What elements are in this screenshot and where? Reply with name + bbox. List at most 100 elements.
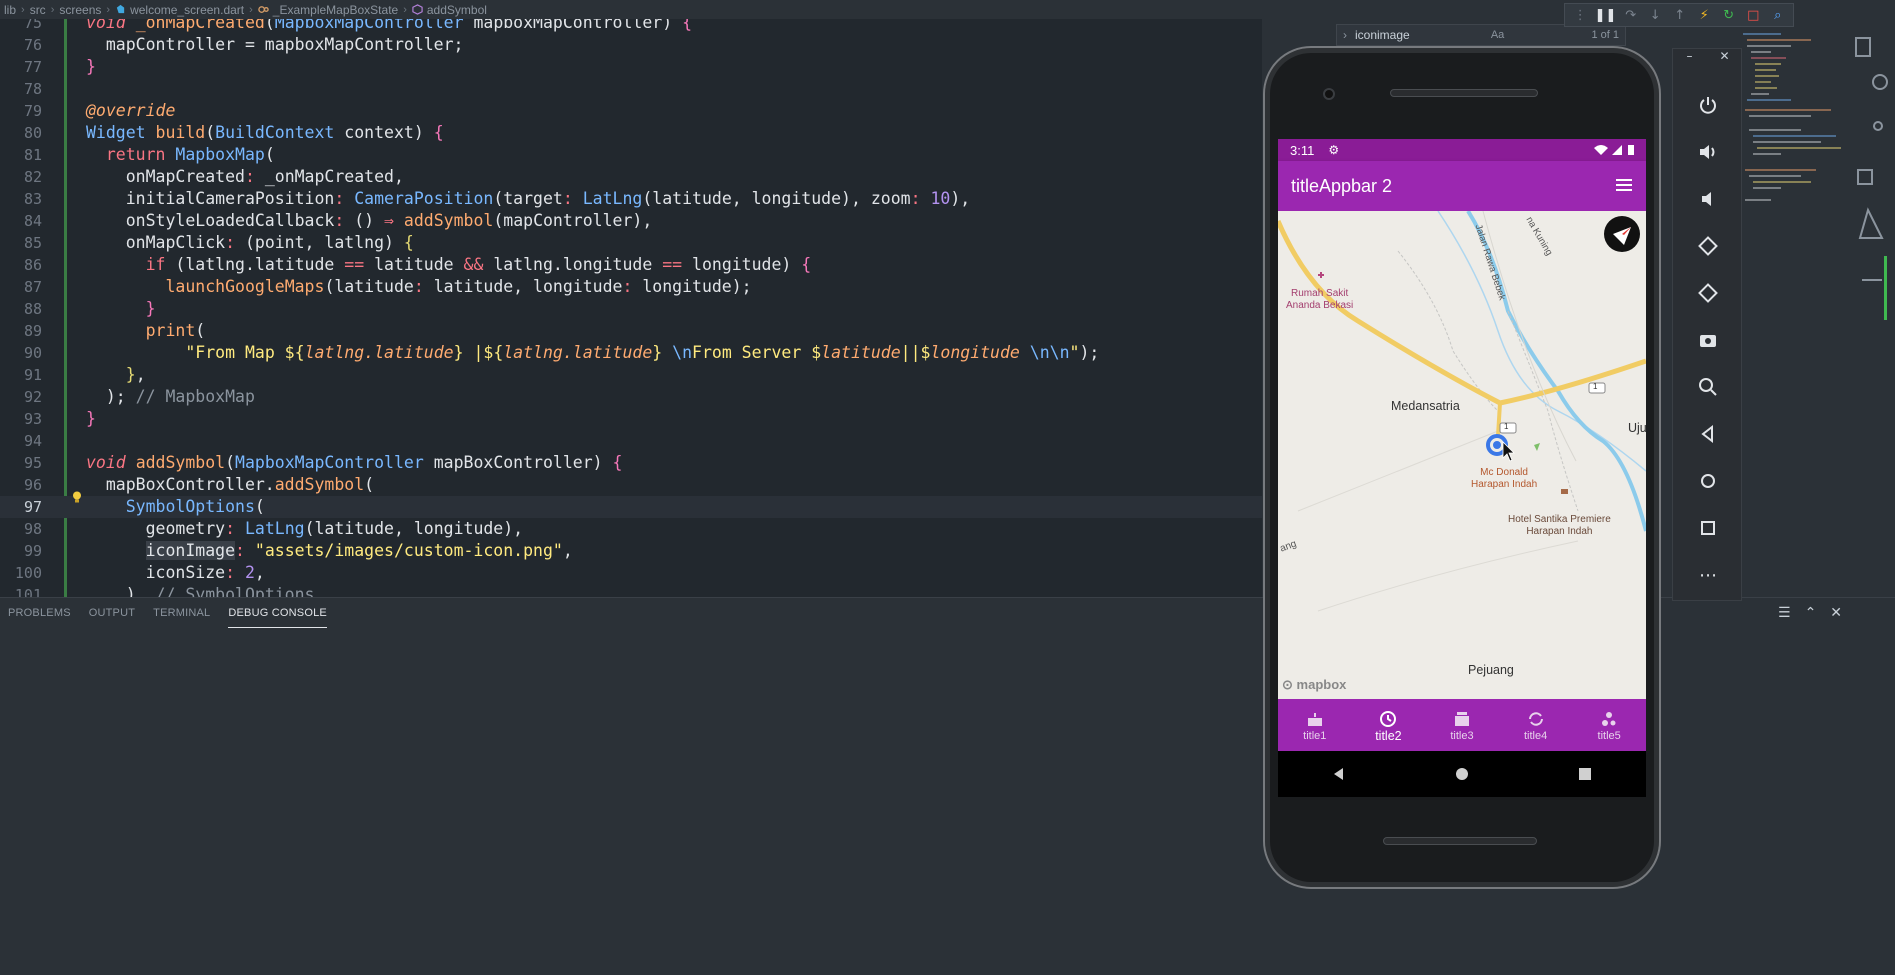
minimize-icon[interactable]: – (1686, 49, 1692, 71)
menu-icon[interactable] (1616, 178, 1632, 192)
map-canvas (1278, 211, 1646, 699)
code-line: ), // SymbolOptions (86, 585, 315, 597)
tab-label: title5 (1597, 729, 1621, 742)
chevron-right-icon: › (403, 3, 407, 16)
find-input[interactable]: iconimage (1355, 28, 1410, 42)
tab-label: title2 (1375, 728, 1402, 743)
code-line: onMapClick: (point, latlng) { (86, 233, 414, 252)
tab-problems[interactable]: PROBLEMS (8, 598, 71, 628)
tab-title5[interactable]: title5 (1572, 699, 1646, 751)
tab-debug-console[interactable]: DEBUG CONSOLE (228, 598, 327, 628)
line-number: 94 (23, 432, 42, 450)
inspect-icon[interactable]: ⌕ (1769, 6, 1788, 24)
status-icons (1594, 145, 1634, 155)
line-number: 88 (23, 300, 42, 318)
rotate-right-button[interactable] (1673, 274, 1743, 312)
code-line: Widget build(BuildContext context) { (86, 123, 444, 142)
panel-tabs: PROBLEMS OUTPUT TERMINAL DEBUG CONSOLE (0, 598, 337, 628)
overview-button[interactable] (1673, 509, 1743, 547)
lightbulb-icon[interactable] (70, 490, 84, 504)
code-line: onStyleLoadedCallback: () ⇒ addSymbol(ma… (86, 211, 653, 230)
back-button[interactable] (1673, 415, 1743, 453)
chevron-right-icon[interactable]: › (1343, 28, 1347, 42)
line-number: 92 (23, 388, 42, 406)
find-widget[interactable]: › iconimage Aa 1 of 1 (1336, 24, 1626, 46)
home-icon[interactable] (1454, 766, 1470, 782)
code-line: if (latlng.latitude == latitude && latln… (145, 255, 812, 274)
stop-icon[interactable]: □ (1744, 6, 1763, 24)
wifi-icon (1594, 145, 1608, 155)
code-line: print( (145, 321, 206, 340)
line-number: 90 (23, 344, 42, 362)
line-number: 87 (23, 278, 42, 296)
tab-title3[interactable]: title3 (1425, 699, 1499, 751)
route-shield-label: 1 (1593, 382, 1598, 391)
close-panel-icon[interactable]: ✕ (1830, 605, 1842, 621)
hot-reload-icon[interactable]: ⚡ (1695, 6, 1714, 24)
step-over-icon[interactable]: ↷ (1622, 6, 1641, 24)
code-line: void addSymbol(MapboxMapController mapBo… (86, 453, 623, 472)
code-line: } (86, 57, 96, 76)
sync-icon (1528, 711, 1543, 726)
zoom-button[interactable] (1673, 368, 1743, 406)
breadcrumb-item[interactable]: welcome_screen.dart (130, 3, 244, 17)
mapbox-logo[interactable]: ⊙ mapbox (1282, 677, 1346, 693)
more-icon[interactable]: ⋯ (1673, 556, 1743, 594)
tab-title2[interactable]: title2 (1352, 699, 1426, 751)
drag-handle-icon[interactable]: ⋮ (1571, 6, 1590, 24)
code-line: iconSize: 2, (86, 563, 265, 582)
status-time: 3:11 (1290, 142, 1315, 158)
line-number: 78 (23, 80, 42, 98)
volume-up-icon (1700, 145, 1715, 159)
recents-icon[interactable] (1577, 766, 1593, 782)
line-number: 100 (14, 564, 42, 582)
code-line: } (145, 299, 156, 318)
breadcrumb-item[interactable]: screens (59, 3, 101, 17)
code-line: return MapboxMap( (105, 145, 275, 164)
step-out-icon[interactable]: ↑ (1671, 6, 1690, 24)
clear-console-icon[interactable]: ☰ (1778, 605, 1791, 621)
code-line: @override (86, 101, 176, 120)
pause-icon[interactable]: ❚❚ (1595, 6, 1617, 24)
compass-icon[interactable] (1603, 215, 1641, 253)
tab-title4[interactable]: title4 (1499, 699, 1573, 751)
close-icon[interactable]: ✕ (1719, 49, 1729, 71)
line-number: 85 (23, 234, 42, 252)
breadcrumb-item[interactable]: addSymbol (427, 3, 487, 17)
restart-icon[interactable]: ↻ (1720, 6, 1739, 24)
tab-output[interactable]: OUTPUT (89, 598, 135, 628)
tab-title1[interactable]: title1 (1278, 699, 1352, 751)
rotate-left-button[interactable] (1673, 227, 1743, 265)
bottom-navigation: title1 title2 title3 title4 title5 (1278, 699, 1646, 751)
match-case-toggle[interactable]: Aa (1491, 29, 1504, 41)
chevron-right-icon: › (21, 3, 25, 16)
line-number: 86 (23, 256, 42, 274)
line-number: 76 (23, 36, 42, 54)
phone-screen[interactable]: 3:11 ⚙ titleAppbar 2 Rumah Sakit Ananda … (1278, 139, 1646, 751)
breadcrumb-item[interactable]: _ExampleMapBoxState (273, 3, 398, 17)
breadcrumb-item[interactable]: lib (4, 3, 16, 17)
step-into-icon[interactable]: ↓ (1646, 6, 1665, 24)
code-editor[interactable]: 75 void _onMapCreated(MapboxMapController… (0, 12, 1262, 597)
power-icon (1700, 97, 1716, 114)
breadcrumb-item[interactable]: src (30, 3, 46, 17)
volume-down-button[interactable] (1673, 180, 1743, 218)
line-number: 79 (23, 102, 42, 120)
map-view[interactable]: Rumah Sakit Ananda Bekasi Medansatria Mc… (1278, 211, 1646, 699)
screenshot-button[interactable] (1673, 321, 1743, 359)
minimap[interactable] (1741, 30, 1851, 270)
map-label-hotel: Hotel Santika Premiere Harapan Indah (1508, 514, 1611, 537)
line-number: 98 (23, 520, 42, 538)
maximize-panel-icon[interactable]: ⌃ (1805, 605, 1817, 621)
emulator-window-controls: – ✕ (1673, 49, 1743, 71)
code-line: } (86, 409, 96, 428)
code-line: ); // MapboxMap (86, 387, 255, 406)
code-line: launchGoogleMaps(latitude: latitude, lon… (165, 277, 752, 296)
camera-icon (1700, 335, 1716, 347)
code-line: initialCameraPosition: CameraPosition(ta… (86, 189, 971, 208)
volume-up-button[interactable] (1673, 133, 1743, 171)
home-button[interactable] (1673, 462, 1743, 500)
power-button[interactable] (1673, 86, 1743, 124)
tab-terminal[interactable]: TERMINAL (153, 598, 210, 628)
back-icon[interactable] (1331, 766, 1347, 782)
